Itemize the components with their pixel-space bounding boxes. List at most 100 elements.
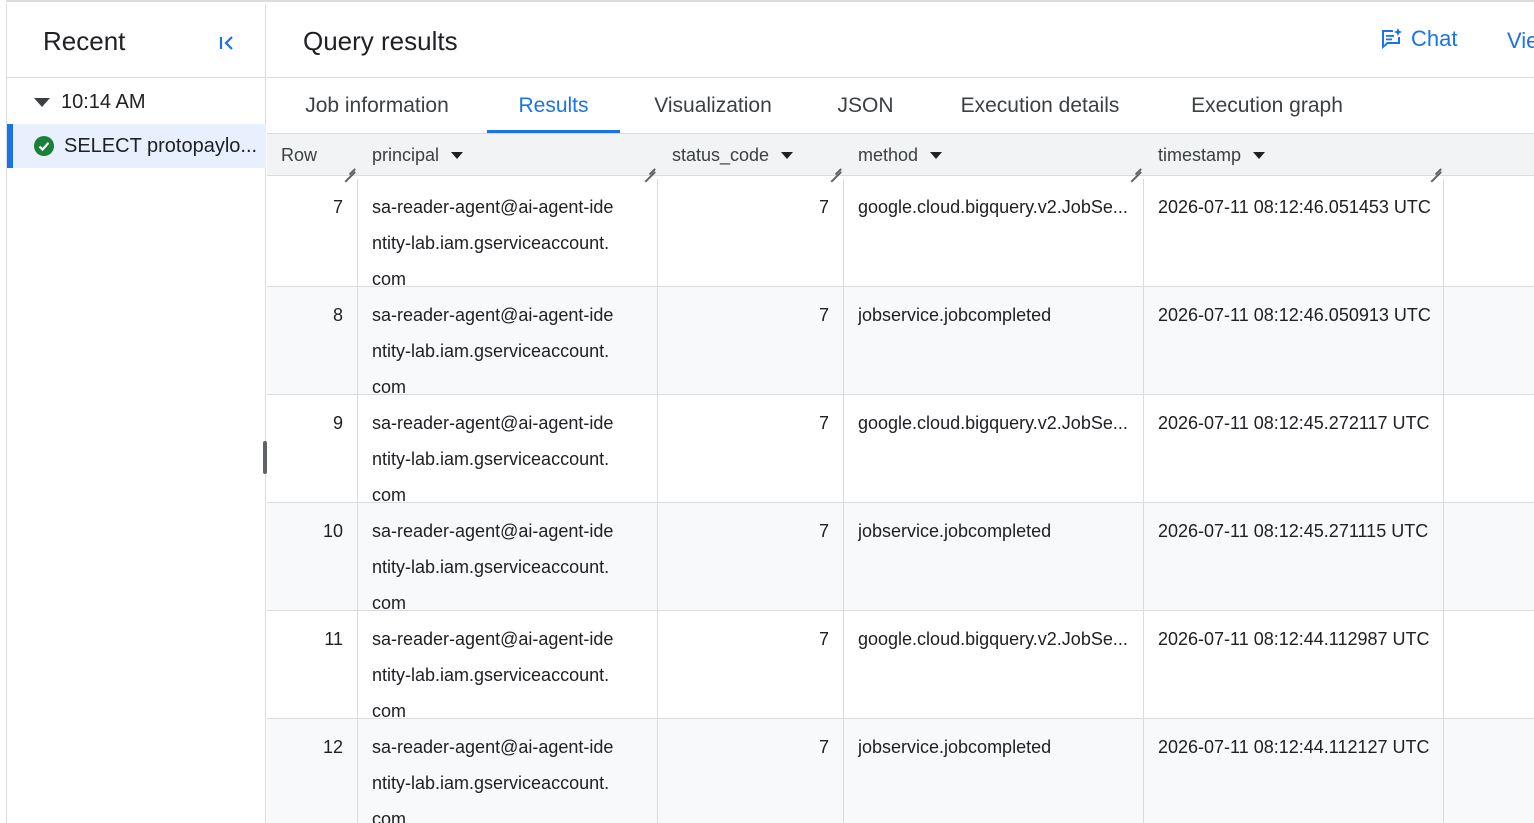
cell-text: 11 (324, 629, 343, 649)
results-table: Row principal status_code method timesta… (267, 133, 1534, 823)
cell-text: google.cloud.bigquery.v2.JobSe... (858, 413, 1128, 433)
tab-visualization[interactable]: Visualization (640, 78, 786, 133)
cell-text: 2026-07-11 08:12:46.051453 UTC (1158, 197, 1431, 217)
cell-text: google.cloud.bigquery.v2.JobSe... (858, 629, 1128, 649)
column-header-method[interactable]: method (844, 134, 1143, 176)
cell-timestamp[interactable]: 2026-07-11 08:12:46.050913 UTC (1144, 287, 1443, 395)
cell-text: 7 (818, 737, 829, 757)
check-circle-icon (34, 136, 54, 156)
cell-status-code[interactable]: 7 (658, 179, 843, 287)
column-label: timestamp (1158, 144, 1242, 165)
cell-text: 7 (818, 305, 829, 325)
cell-text-line: sa-reader-agent@ai-agent-ide (372, 629, 614, 649)
cell-text: 10 (322, 521, 343, 541)
cell-principal[interactable]: sa-reader-agent@ai-agent-ide ntity-lab.ia… (358, 719, 657, 823)
cell-text-line: ntity-lab.iam.gserviceaccount. (372, 341, 610, 361)
table-header: Row principal status_code method timesta… (267, 133, 1534, 176)
cell-principal[interactable]: sa-reader-agent@ai-agent-ide ntity-lab.ia… (358, 395, 657, 505)
column-label: Row (281, 144, 318, 165)
cell-row-number[interactable]: 9 (267, 395, 357, 503)
history-job-item[interactable]: SELECT protopaylo... (7, 124, 266, 168)
cell-status-code[interactable]: 7 (658, 719, 843, 823)
cell-timestamp[interactable]: 2026-07-11 08:12:44.112987 UTC (1144, 611, 1443, 719)
cell-method[interactable]: jobservice.jobcompleted (844, 719, 1143, 823)
cell-row-number[interactable]: 7 (267, 179, 357, 287)
cell-method[interactable]: google.cloud.bigquery.v2.JobSe... (844, 611, 1143, 719)
cell-status-code[interactable]: 7 (658, 395, 843, 503)
cell-status-code[interactable]: 7 (658, 287, 843, 395)
cell-text: 7 (332, 197, 343, 217)
column-label: principal (372, 144, 440, 165)
cell-method[interactable]: google.cloud.bigquery.v2.JobSe... (844, 395, 1143, 503)
cell-text-line: com (372, 809, 407, 823)
cell-text-line: sa-reader-agent@ai-agent-ide (372, 737, 614, 757)
cell-text-line: sa-reader-agent@ai-agent-ide (372, 305, 614, 325)
column-resize-icon[interactable] (643, 160, 655, 172)
cell-text: 2026-07-11 08:12:44.112987 UTC (1158, 629, 1430, 649)
cell-text: jobservice.jobcompleted (858, 521, 1052, 541)
cell-status-code[interactable]: 7 (658, 611, 843, 719)
cell-text: 2026-07-11 08:12:45.272117 UTC (1158, 413, 1430, 433)
cell-method[interactable]: jobservice.jobcompleted (844, 503, 1143, 611)
history-job-label: SELECT protopaylo... (64, 135, 258, 157)
table-row[interactable]: 12 sa-reader-agent@ai-agent-ide ntity-lab.… (267, 719, 1534, 823)
sort-caret-icon[interactable] (781, 151, 794, 159)
tab-job-information[interactable]: Job information (287, 78, 467, 133)
results-tabs: Job information Results Visualization JS… (267, 78, 1534, 133)
chat-button-label: Chat (1411, 26, 1458, 51)
collapse-left-icon (219, 36, 233, 50)
cell-row-number[interactable]: 11 (267, 611, 357, 719)
tab-results[interactable]: Results (487, 78, 620, 133)
cell-timestamp[interactable]: 2026-07-11 08:12:46.051453 UTC (1144, 179, 1443, 287)
cell-text: google.cloud.bigquery.v2.JobSe... (858, 197, 1128, 217)
tab-execution-details[interactable]: Execution details (945, 78, 1135, 133)
cell-status-code[interactable]: 7 (658, 503, 843, 611)
cell-principal[interactable]: sa-reader-agent@ai-agent-ide ntity-lab.ia… (358, 287, 657, 397)
view-button[interactable]: Vie (1507, 28, 1534, 54)
tab-json[interactable]: JSON (828, 78, 903, 133)
cell-principal[interactable]: sa-reader-agent@ai-agent-ide ntity-lab.ia… (358, 611, 657, 721)
column-header-principal[interactable]: principal (358, 134, 657, 176)
table-row[interactable]: 9 sa-reader-agent@ai-agent-ide ntity-lab.i… (267, 395, 1534, 505)
cell-text: 2026-07-11 08:12:44.112127 UTC (1158, 737, 1430, 757)
cell-row-number[interactable]: 12 (267, 719, 357, 823)
cell-text: jobservice.jobcompleted (858, 305, 1052, 325)
column-resize-icon[interactable] (1129, 160, 1141, 172)
column-header-timestamp[interactable]: timestamp (1144, 134, 1443, 176)
cell-row-number[interactable]: 8 (267, 287, 357, 395)
column-resize-icon[interactable] (829, 160, 841, 172)
column-header-row[interactable]: Row (267, 134, 357, 176)
table-row[interactable]: 11 sa-reader-agent@ai-agent-ide ntity-lab.… (267, 611, 1534, 721)
cell-timestamp[interactable]: 2026-07-11 08:12:45.271115 UTC (1144, 503, 1443, 611)
chat-button[interactable]: Chat (1379, 26, 1457, 52)
column-divider (357, 179, 358, 823)
cell-text-line: sa-reader-agent@ai-agent-ide (372, 197, 614, 217)
cell-method[interactable]: google.cloud.bigquery.v2.JobSe... (844, 179, 1143, 287)
cell-text: 7 (818, 413, 829, 433)
cell-text-line: ntity-lab.iam.gserviceaccount. (372, 773, 610, 793)
cell-text: 8 (332, 305, 343, 325)
column-divider (1443, 179, 1444, 823)
table-row[interactable]: 8 sa-reader-agent@ai-agent-ide ntity-lab.i… (267, 287, 1534, 397)
column-label: method (858, 144, 919, 165)
table-row[interactable]: 7 sa-reader-agent@ai-agent-ide ntity-lab.i… (267, 179, 1534, 289)
cell-principal[interactable]: sa-reader-agent@ai-agent-ide ntity-lab.ia… (358, 179, 657, 289)
collapse-sidebar-button[interactable] (214, 30, 240, 56)
column-header-status-code[interactable]: status_code (658, 134, 843, 176)
cell-timestamp[interactable]: 2026-07-11 08:12:44.112127 UTC (1144, 719, 1443, 823)
sort-caret-icon[interactable] (451, 151, 464, 159)
cell-principal[interactable]: sa-reader-agent@ai-agent-ide ntity-lab.ia… (358, 503, 657, 613)
column-resize-icon[interactable] (343, 160, 355, 172)
cell-row-number[interactable]: 10 (267, 503, 357, 611)
column-resize-icon[interactable] (1429, 160, 1441, 172)
recent-sidebar: Recent 10:14 AM SELECT protopaylo... (7, 4, 267, 823)
cell-text: 2026-07-11 08:12:45.271115 UTC (1158, 521, 1429, 541)
sort-caret-icon[interactable] (1253, 151, 1266, 159)
tab-execution-graph[interactable]: Execution graph (1176, 78, 1358, 133)
sort-caret-icon[interactable] (930, 151, 943, 159)
cell-text: jobservice.jobcompleted (858, 737, 1052, 757)
cell-timestamp[interactable]: 2026-07-11 08:12:45.272117 UTC (1144, 395, 1443, 503)
cell-method[interactable]: jobservice.jobcompleted (844, 287, 1143, 395)
history-group-row[interactable]: 10:14 AM (7, 82, 266, 122)
table-row[interactable]: 10 sa-reader-agent@ai-agent-ide ntity-lab.… (267, 503, 1534, 613)
